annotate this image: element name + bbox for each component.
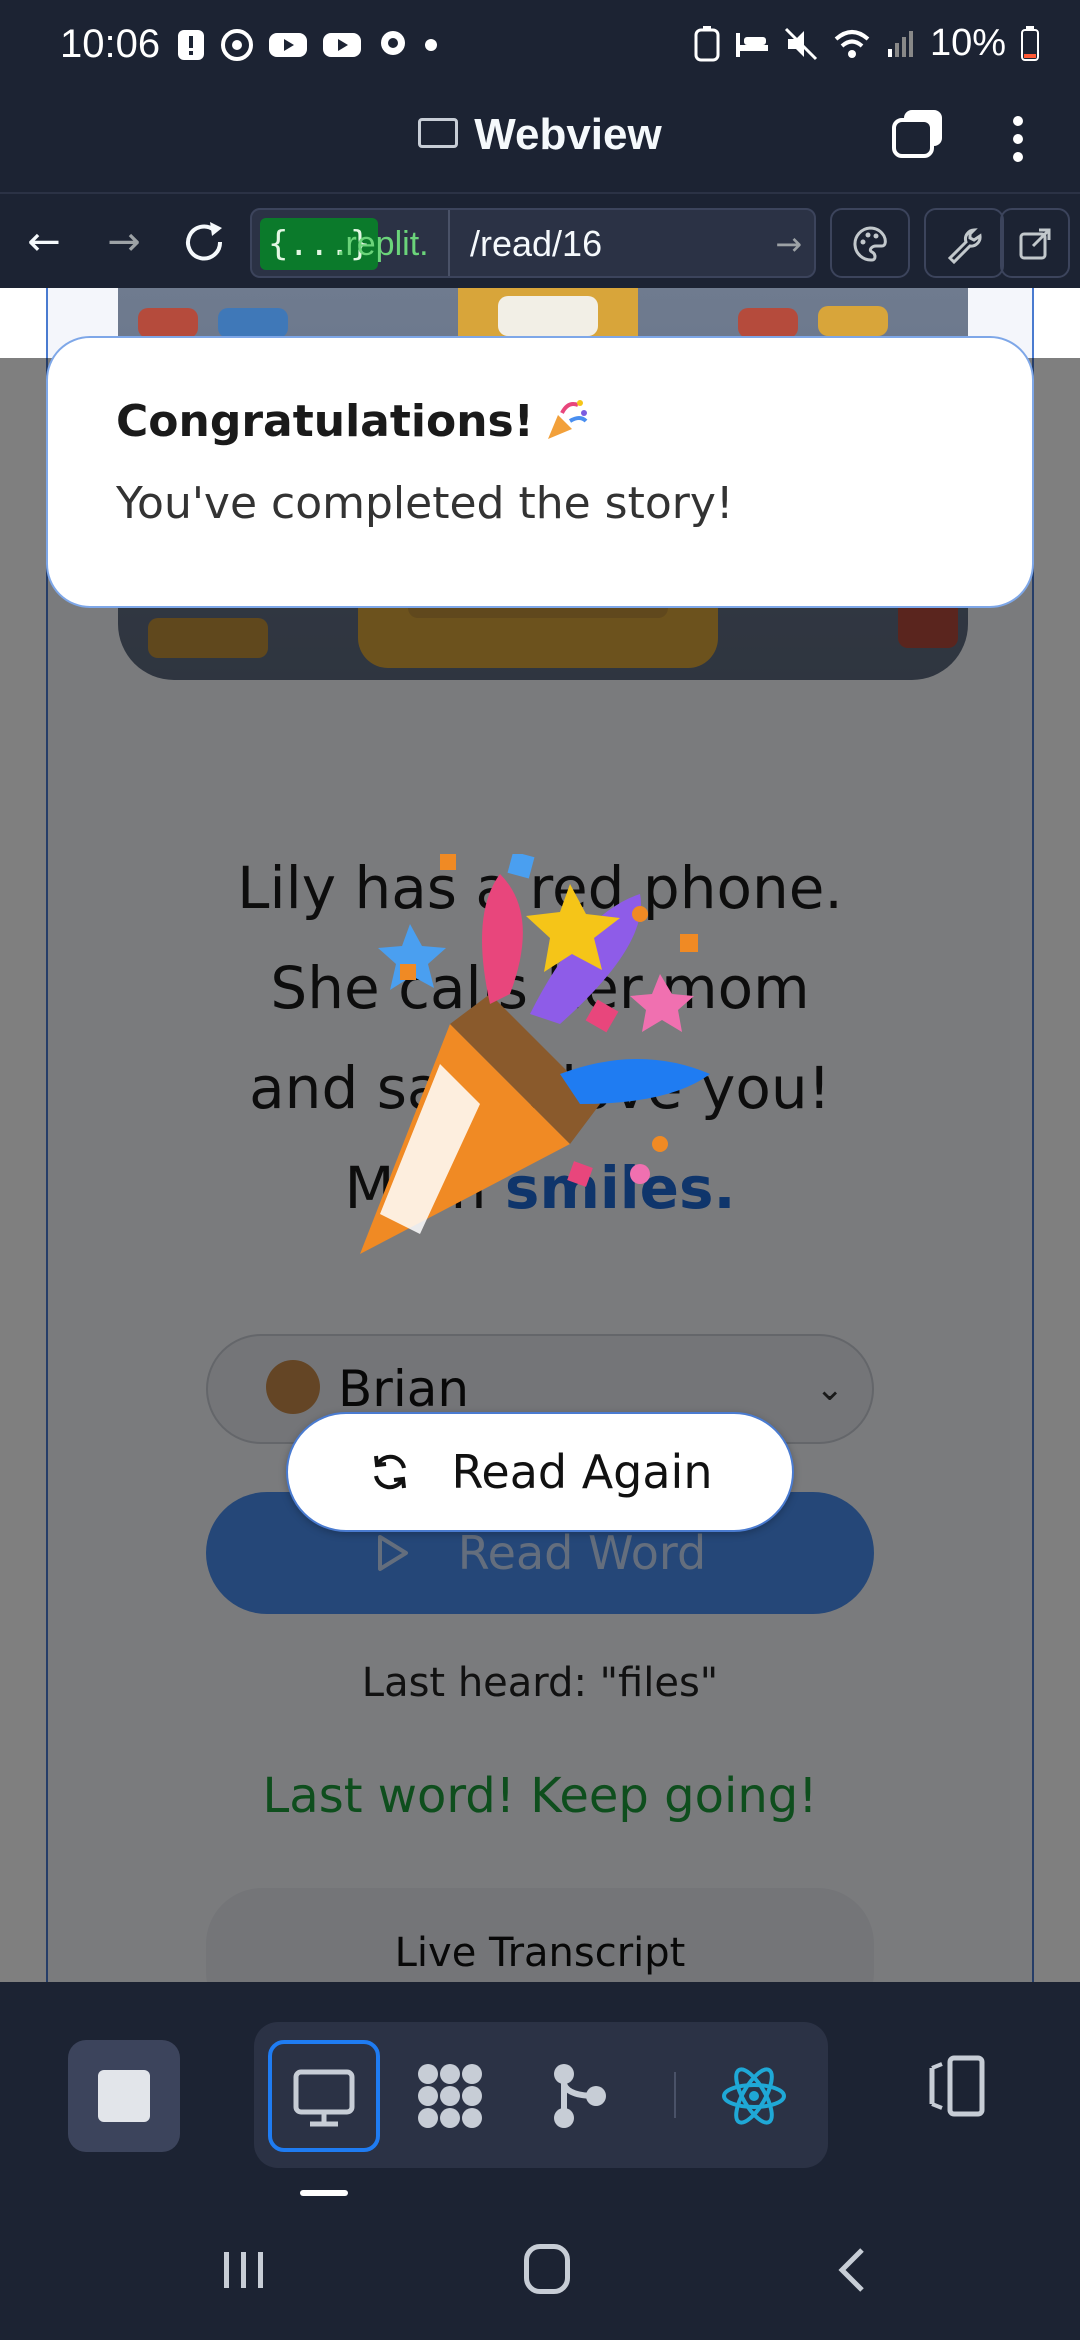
chrome-icon (221, 29, 253, 61)
refresh-icon (373, 1454, 406, 1489)
toast-title: Congratulations! (116, 396, 590, 447)
signal-icon (887, 30, 913, 57)
system-icons: 10% (694, 22, 1040, 65)
go-arrow-icon[interactable]: → (775, 218, 802, 270)
status-bar: 10:06 10% (0, 0, 1080, 100)
workspace-toolbar (0, 1982, 1080, 2218)
app-header: Webview (0, 100, 1080, 192)
youtube-icon-2 (323, 33, 361, 57)
url-path: /read/16 (470, 223, 603, 264)
active-tab-indicator (300, 2190, 348, 2196)
layout-toggle-icon[interactable] (920, 2050, 992, 2122)
toast-title-text: Congratulations! (116, 396, 534, 447)
battery-saver-icon (694, 25, 720, 61)
recents-icon[interactable] (220, 2248, 268, 2292)
stop-icon (98, 2070, 150, 2122)
wrench-icon[interactable] (924, 208, 1004, 278)
url-domain: .replit. (336, 225, 429, 263)
battery-percent: 10% (929, 22, 1006, 64)
browser-toolbar: ← → {...} .replit. /read/16 → (0, 192, 1080, 288)
congratulations-toast: Congratulations! You've completed the st… (46, 336, 1034, 608)
extensions-tool-button[interactable] (394, 2040, 506, 2152)
app-icon (381, 31, 405, 55)
party-popper-icon (360, 854, 710, 1254)
back-icon[interactable] (832, 2246, 872, 2294)
url-divider (448, 210, 450, 276)
android-navigation-bar (0, 2218, 1080, 2340)
page-title-text: Webview (474, 110, 662, 159)
external-link-icon[interactable] (1000, 208, 1070, 278)
more-options-icon[interactable] (1008, 112, 1028, 164)
arrow-left-icon[interactable]: ← (16, 214, 72, 270)
webview-tool-button[interactable] (268, 2040, 380, 2152)
alert-icon (178, 30, 204, 60)
dot-icon (425, 39, 437, 51)
stop-button[interactable] (68, 2040, 180, 2152)
bed-icon (735, 32, 768, 57)
arrow-right-icon[interactable]: → (96, 214, 152, 270)
mute-icon (784, 27, 817, 60)
git-tool-button[interactable] (524, 2040, 636, 2152)
react-icon (722, 2067, 786, 2125)
grid-dots-icon (418, 2064, 482, 2128)
wifi-icon (834, 29, 870, 58)
battery-icon (1021, 25, 1039, 61)
palette-icon[interactable] (830, 208, 910, 278)
monitor-icon (293, 2069, 355, 2127)
toast-message: You've completed the story! (116, 478, 734, 529)
read-again-label: Read Again (451, 1445, 713, 1499)
git-icon (554, 2064, 606, 2128)
party-popper-icon (547, 400, 588, 439)
webview: Lily has a red phone. She calls her mom … (0, 288, 1080, 1982)
tool-switcher (254, 2022, 828, 2168)
status-time: 10:06 (60, 22, 161, 66)
url-input[interactable]: {...} .replit. /read/16 → (250, 208, 816, 278)
divider (674, 2072, 676, 2118)
tabs-icon[interactable] (890, 108, 946, 160)
read-again-button[interactable]: Read Again (286, 1412, 794, 1532)
youtube-icon (269, 33, 307, 57)
react-tool-button[interactable] (698, 2040, 810, 2152)
reload-icon[interactable] (176, 214, 232, 270)
home-icon[interactable] (524, 2244, 570, 2294)
notification-icons (176, 28, 438, 62)
monitor-icon (418, 118, 459, 149)
